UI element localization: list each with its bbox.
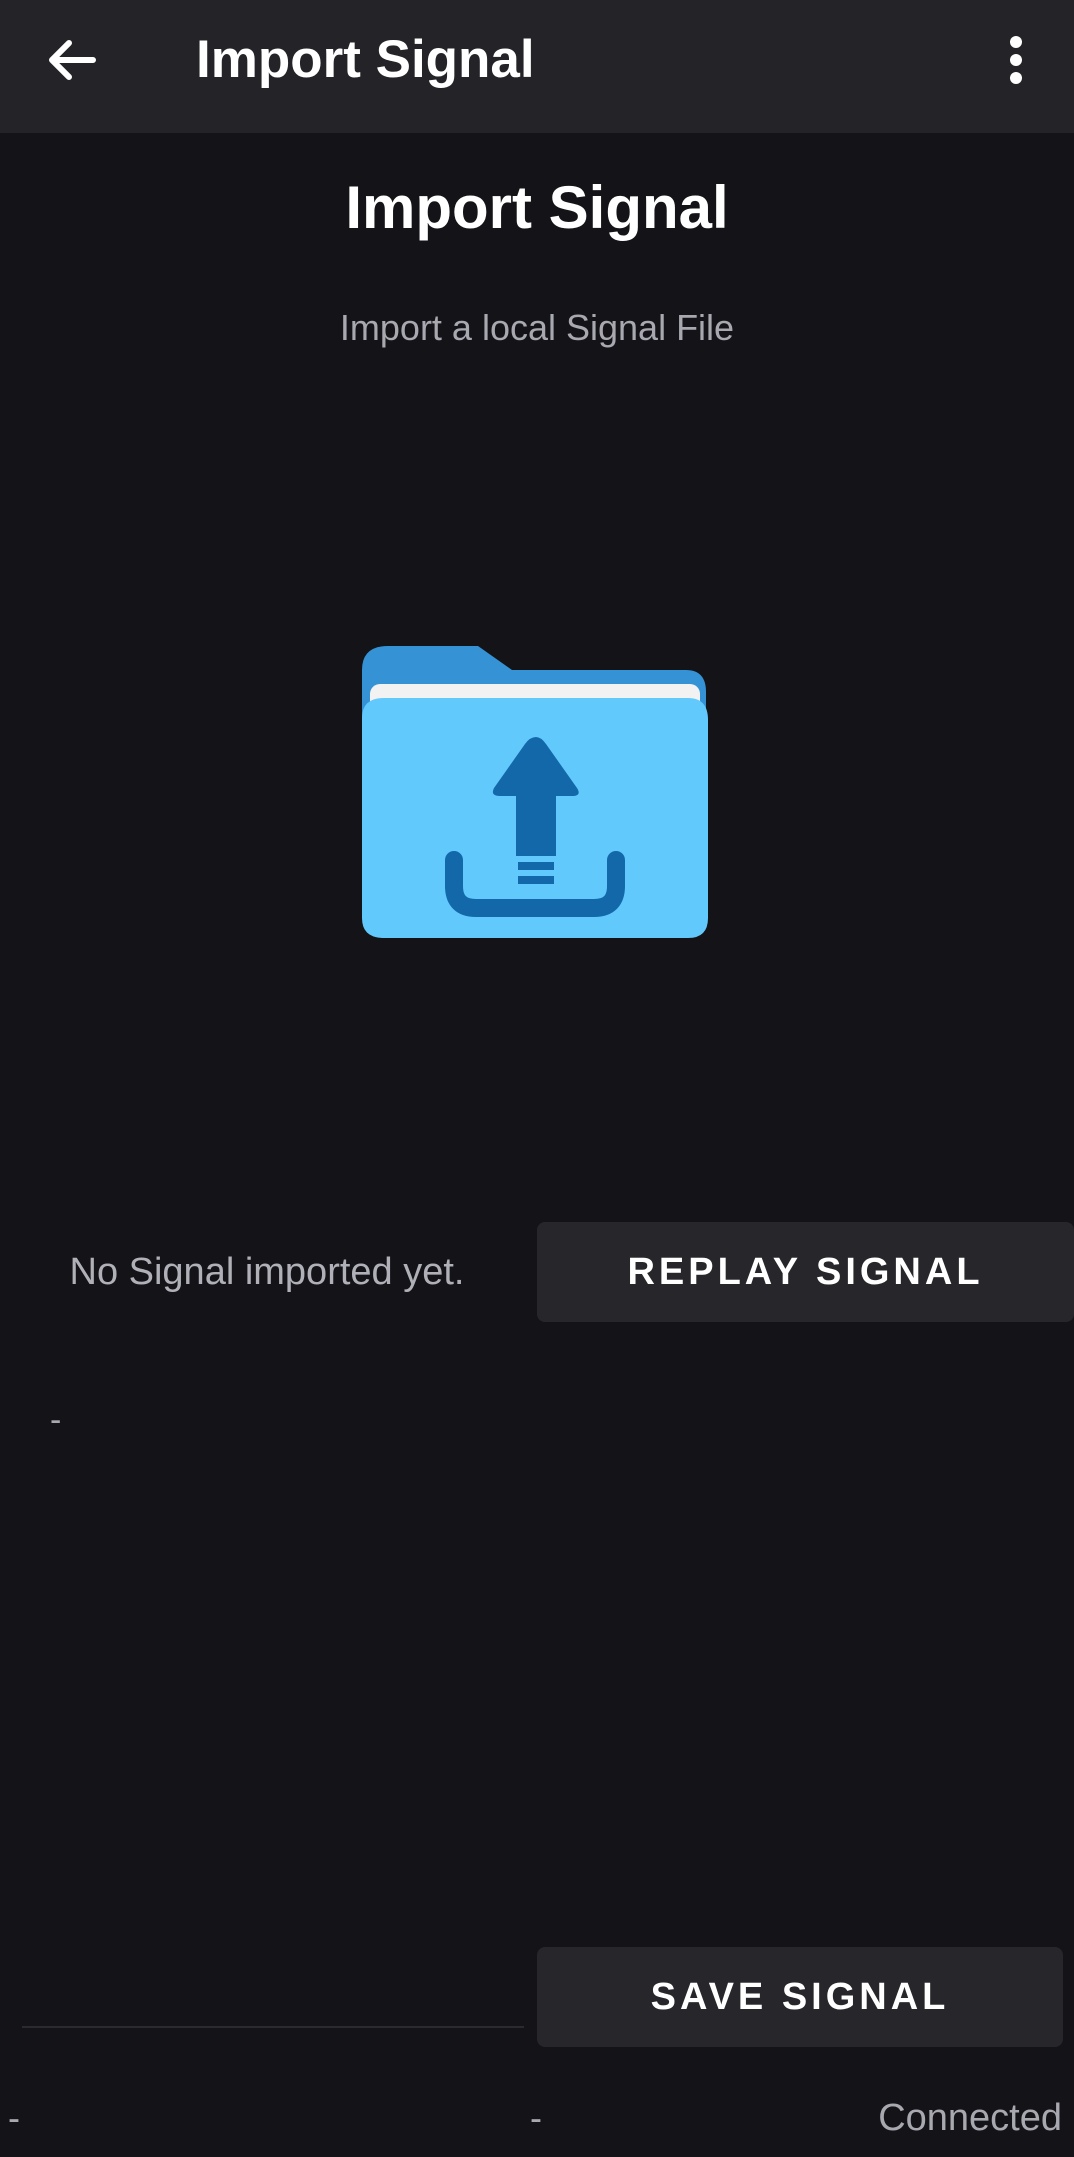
replay-signal-button[interactable]: REPLAY SIGNAL	[537, 1222, 1074, 1322]
page-title: Import Signal	[345, 174, 729, 241]
save-signal-button[interactable]: SAVE SIGNAL	[537, 1947, 1063, 2047]
import-file-button[interactable]	[362, 644, 710, 940]
back-button[interactable]	[30, 18, 114, 102]
overflow-menu-button[interactable]	[980, 20, 1052, 100]
app-bar: Import Signal	[0, 0, 1074, 133]
more-vert-icon	[1010, 36, 1022, 84]
app-bar-title: Import Signal	[196, 30, 535, 89]
connection-status: Connected	[878, 2097, 1062, 2139]
folder-upload-icon	[362, 646, 708, 938]
import-status-message: No Signal imported yet.	[69, 1251, 465, 1293]
footer-status-middle: -	[530, 2097, 542, 2138]
arrow-back-icon	[49, 40, 96, 80]
footer-status-left: -	[8, 2097, 20, 2138]
signal-name-input[interactable]	[22, 2026, 524, 2028]
page-subtitle: Import a local Signal File	[339, 307, 735, 348]
import-signal-screen: Import Signal Import Signal Import a loc…	[0, 0, 1074, 2157]
signal-info-text: -	[50, 1401, 62, 1439]
